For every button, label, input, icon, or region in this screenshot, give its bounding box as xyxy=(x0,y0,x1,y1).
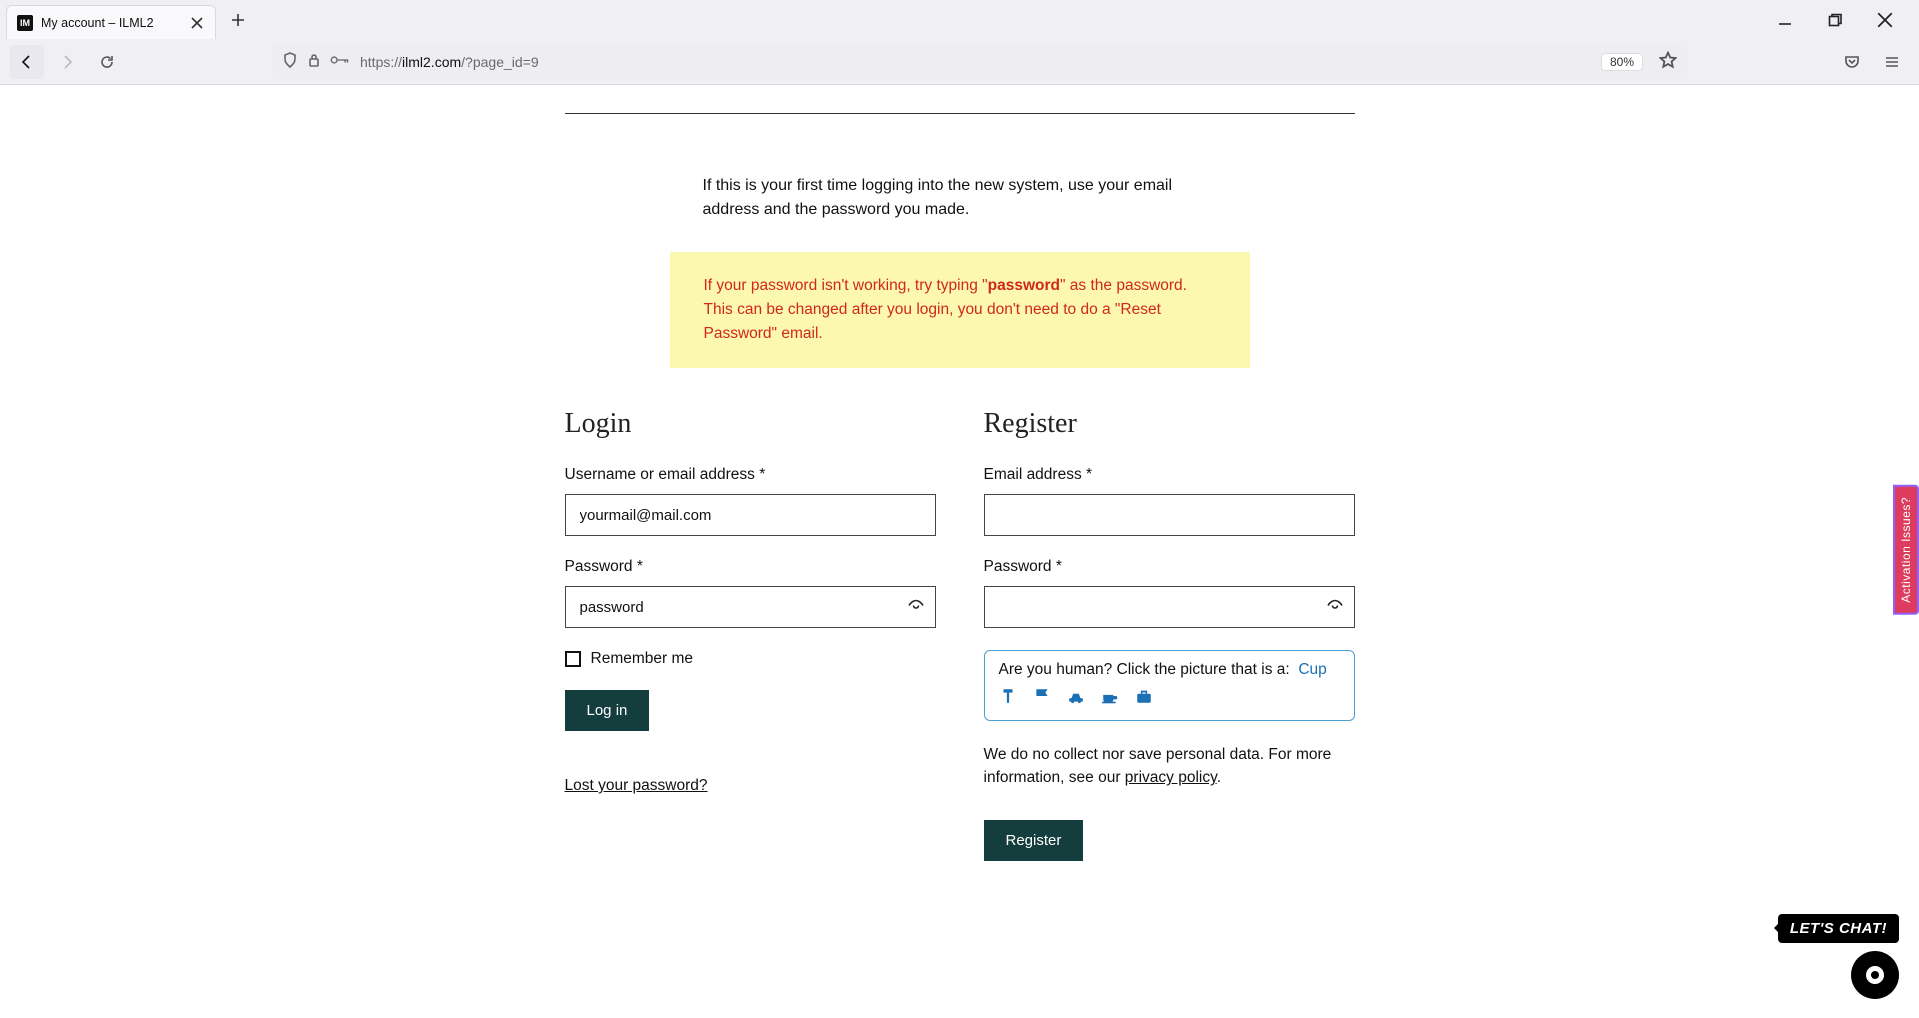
email-input[interactable] xyxy=(984,494,1355,536)
menu-button[interactable] xyxy=(1875,45,1909,79)
email-label: Email address * xyxy=(984,466,1355,484)
url-text: https://ilml2.com/?page_id=9 xyxy=(360,54,1591,70)
lock-icon xyxy=(306,52,322,73)
password-notice: If your password isn't working, try typi… xyxy=(670,252,1250,368)
eye-icon[interactable] xyxy=(1327,598,1343,617)
captcha-answer: Cup xyxy=(1298,661,1326,678)
chat-button[interactable] xyxy=(1851,951,1899,999)
captcha-prompt: Are you human? Click the picture that is… xyxy=(999,661,1290,678)
maximize-button[interactable] xyxy=(1821,6,1849,34)
privacy-text: We do no collect nor save personal data.… xyxy=(984,743,1355,790)
checkbox-icon[interactable] xyxy=(565,651,581,667)
register-heading: Register xyxy=(984,408,1355,440)
captcha-option-cup-icon[interactable] xyxy=(1101,687,1119,710)
key-icon xyxy=(330,53,350,71)
register-form: Register Email address * Password * xyxy=(984,408,1355,883)
close-window-button[interactable] xyxy=(1871,6,1899,34)
close-tab-button[interactable] xyxy=(189,15,205,31)
login-password-input[interactable] xyxy=(565,586,936,628)
tab-title: My account – ILML2 xyxy=(41,16,181,30)
divider xyxy=(565,113,1355,114)
window-controls xyxy=(1771,6,1913,34)
username-input[interactable] xyxy=(565,494,936,536)
browser-tab[interactable]: IM My account – ILML2 xyxy=(6,5,216,39)
login-heading: Login xyxy=(565,408,936,440)
captcha-option-car-icon[interactable] xyxy=(1067,687,1085,710)
remember-me[interactable]: Remember me xyxy=(565,650,936,668)
login-form: Login Username or email address * Passwo… xyxy=(565,408,936,883)
new-tab-button[interactable] xyxy=(224,6,252,34)
captcha-option-briefcase-icon[interactable] xyxy=(1135,687,1153,710)
address-bar[interactable]: https://ilml2.com/?page_id=9 80% xyxy=(272,45,1687,79)
back-button[interactable] xyxy=(10,45,44,79)
chat-icon xyxy=(1866,966,1884,984)
register-password-input[interactable] xyxy=(984,586,1355,628)
captcha-option-signpost-icon[interactable] xyxy=(999,687,1017,710)
minimize-button[interactable] xyxy=(1771,6,1799,34)
favicon-icon: IM xyxy=(17,15,33,31)
chat-label[interactable]: LET'S CHAT! xyxy=(1778,914,1899,943)
shield-icon xyxy=(282,52,298,73)
login-button[interactable]: Log in xyxy=(565,690,650,731)
page-content: If this is your first time logging into … xyxy=(0,85,1919,1018)
captcha-box: Are you human? Click the picture that is… xyxy=(984,650,1355,721)
activation-issues-tab[interactable]: Activation Issues? xyxy=(1893,485,1919,615)
lost-password-link[interactable]: Lost your password? xyxy=(565,777,708,795)
captcha-option-flag-icon[interactable] xyxy=(1033,687,1051,710)
browser-chrome: IM My account – ILML2 xyxy=(0,0,1919,85)
register-password-label: Password * xyxy=(984,558,1355,576)
privacy-policy-link[interactable]: privacy policy xyxy=(1125,769,1217,786)
register-button[interactable]: Register xyxy=(984,820,1084,861)
toolbar: https://ilml2.com/?page_id=9 80% xyxy=(0,40,1919,84)
pocket-icon[interactable] xyxy=(1835,45,1869,79)
zoom-badge[interactable]: 80% xyxy=(1601,53,1643,71)
reload-button[interactable] xyxy=(90,45,124,79)
bookmark-star-icon[interactable] xyxy=(1653,51,1677,74)
eye-icon[interactable] xyxy=(908,598,924,617)
login-password-label: Password * xyxy=(565,558,936,576)
remember-me-label: Remember me xyxy=(591,650,694,668)
chat-widget: LET'S CHAT! xyxy=(1778,914,1899,999)
tab-bar: IM My account – ILML2 xyxy=(0,0,1919,40)
intro-text: If this is your first time logging into … xyxy=(703,174,1223,222)
username-label: Username or email address * xyxy=(565,466,936,484)
forward-button[interactable] xyxy=(50,45,84,79)
